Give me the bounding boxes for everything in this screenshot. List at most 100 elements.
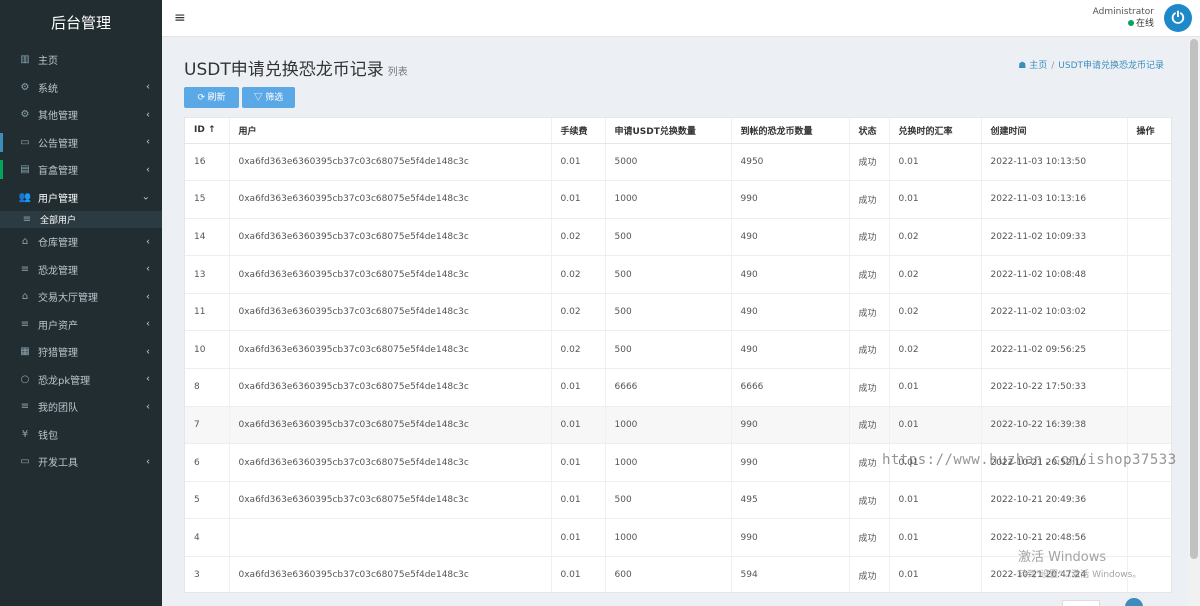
- sidebar-item-label: 其他管理: [38, 111, 78, 123]
- pagination-box[interactable]: [1062, 600, 1100, 606]
- chevron-icon: ‹: [146, 346, 150, 358]
- filter-button[interactable]: ▽ 筛选: [242, 87, 295, 108]
- chevron-icon: ‹: [146, 373, 150, 385]
- table-cell: 0.01: [551, 481, 606, 520]
- table-cell: 成功: [849, 406, 890, 445]
- table-cell: 490: [731, 330, 850, 370]
- sidebar-item[interactable]: ⚙ 其他管理 ‹: [0, 101, 162, 129]
- sidebar-item-label: 开发工具: [38, 458, 78, 470]
- table-cell: 0xa6fd363e6360395cb37c03c68075e5f4de148c…: [229, 368, 552, 407]
- table-row[interactable]: 14 0xa6fd363e6360395cb37c03c68075e5f4de14…: [185, 218, 1171, 257]
- records-table-container: ID ↑ 用户 手续费 申请USDT兑换数量 到帐的恐龙币数量 状态 兑换时的汇率 创建时间操…: [184, 117, 1172, 593]
- menu-icon: ▭: [20, 456, 30, 468]
- column-header: 手续费: [551, 118, 606, 144]
- page-subtitle: 列表: [387, 67, 408, 78]
- table-cell: 成功: [849, 293, 890, 332]
- menu-icon: ¥: [21, 428, 29, 440]
- sidebar-item[interactable]: ▭ 开发工具 ‹: [0, 448, 162, 476]
- table-row[interactable]: 10 0xa6fd363e6360395cb37c03c68075e5f4de14…: [185, 330, 1171, 370]
- sidebar-item[interactable]: ≡ 我的团队 ‹: [0, 393, 162, 421]
- sidebar-item[interactable]: ▭ 公告管理 ‹: [0, 129, 162, 157]
- watermark-text: https://www.huzhan.com/ishop37533: [882, 452, 1177, 468]
- table-row[interactable]: 8 0xa6fd363e6360395cb37c03c68075e5f4de148…: [185, 368, 1171, 407]
- table-cell: 490: [731, 218, 850, 257]
- table-cell: 15: [185, 180, 230, 219]
- table-cell: 6: [185, 443, 230, 482]
- sidebar-item[interactable]: ⌂ 交易大厅管理 ‹: [0, 283, 162, 311]
- column-header: 用户: [229, 118, 552, 144]
- sidebar-item-label: 狩猎管理: [38, 348, 78, 360]
- active-marker: [0, 160, 3, 179]
- sidebar-item[interactable]: 👥 用户管理 ⌄: [0, 184, 162, 212]
- sidebar-item-label: 仓库管理: [38, 238, 78, 250]
- menu-icon: ≡: [22, 214, 32, 225]
- table-cell: 13: [185, 255, 230, 294]
- chevron-icon: ‹: [146, 236, 150, 248]
- refresh-label: 刷新: [207, 92, 226, 102]
- sidebar-item[interactable]: ⌂ 仓库管理 ‹: [0, 228, 162, 256]
- sidebar-item[interactable]: ¥ 钱包: [0, 421, 162, 449]
- table-cell: [229, 518, 552, 558]
- table-cell: 990: [731, 518, 850, 558]
- breadcrumb-home[interactable]: 主页: [1029, 61, 1047, 71]
- table-cell: 0.01: [889, 143, 982, 182]
- table-cell: 0xa6fd363e6360395cb37c03c68075e5f4de148c…: [229, 556, 552, 592]
- sidebar-item[interactable]: ≡ 恐龙管理 ‹: [0, 256, 162, 284]
- table-cell: 10: [185, 330, 230, 370]
- table-cell: 0.01: [551, 556, 606, 592]
- table-cell: 594: [731, 556, 850, 592]
- table-cell: 6666: [605, 368, 732, 407]
- table-row[interactable]: 5 0xa6fd363e6360395cb37c03c68075e5f4de148…: [185, 481, 1171, 520]
- table-cell: 0.01: [551, 180, 606, 219]
- scrollbar-thumb[interactable]: [1190, 39, 1198, 559]
- table-cell: 0.02: [551, 218, 606, 257]
- column-header[interactable]: ID ↑: [185, 118, 230, 144]
- table-row[interactable]: 16 0xa6fd363e6360395cb37c03c68075e5f4de14…: [185, 143, 1171, 182]
- filter-icon: ▽: [253, 92, 266, 102]
- sidebar-item[interactable]: ⚙ 系统 ‹: [0, 74, 162, 102]
- table-cell: 成功: [849, 330, 890, 370]
- chevron-icon: ‹: [146, 136, 150, 148]
- refresh-button[interactable]: ⟳ 刷新: [184, 87, 239, 108]
- sidebar-item[interactable]: ○ 恐龙pk管理 ‹: [0, 366, 162, 394]
- table-cell: 成功: [849, 518, 890, 558]
- menu-toggle-icon[interactable]: ≡: [174, 10, 186, 26]
- sidebar-item[interactable]: ≡ 全部用户: [0, 211, 162, 228]
- table-cell: 0.02: [889, 255, 982, 294]
- table-cell: 0xa6fd363e6360395cb37c03c68075e5f4de148c…: [229, 481, 552, 520]
- sidebar-item[interactable]: ≡ 用户资产 ‹: [0, 311, 162, 339]
- breadcrumb-current[interactable]: USDT申请兑换恐龙币记录: [1058, 61, 1164, 71]
- menu-icon: ▥: [20, 54, 30, 66]
- sidebar-item[interactable]: ▤ 盲盒管理 ‹: [0, 156, 162, 184]
- page-scrollbar[interactable]: [1188, 37, 1200, 606]
- page-title-text: USDT申请兑换恐龙币记录: [184, 60, 384, 80]
- menu-icon: ▦: [20, 346, 30, 358]
- table-row[interactable]: 11 0xa6fd363e6360395cb37c03c68075e5f4de14…: [185, 293, 1171, 332]
- power-icon[interactable]: ⏻: [1164, 4, 1192, 32]
- table-cell: 4950: [731, 143, 850, 182]
- dashboard-icon: ☗: [1018, 61, 1030, 71]
- table-cell: 成功: [849, 180, 890, 219]
- windows-activation-notice: 激活 Windows 转到"设置"以激活 Windows。: [1018, 546, 1141, 580]
- column-header: 创建时间: [981, 118, 1128, 144]
- brand-logo: 后台管理: [0, 0, 162, 46]
- table-cell: 14: [185, 218, 230, 257]
- table-cell: 成功: [849, 368, 890, 407]
- table-row[interactable]: 7 0xa6fd363e6360395cb37c03c68075e5f4de148…: [185, 406, 1171, 445]
- menu-icon: ▤: [20, 164, 30, 176]
- online-dot-icon: [1127, 20, 1134, 26]
- table-row[interactable]: 15 0xa6fd363e6360395cb37c03c68075e5f4de14…: [185, 180, 1171, 219]
- sidebar-item[interactable]: ▦ 狩猎管理 ‹: [0, 338, 162, 366]
- sidebar: 后台管理 ▥ 主页 ⚙ 系统 ‹ ⚙ 其他管理 ‹ ▭ 公告管理 ‹ ▤ 盲盒管理 ‹ 👥 用户管理 ⌄ ≡ 全部…: [0, 0, 162, 606]
- table-cell: 990: [731, 406, 850, 445]
- table-cell: 0xa6fd363e6360395cb37c03c68075e5f4de148c…: [229, 143, 552, 182]
- user-info[interactable]: Administrator 在线: [1093, 6, 1154, 30]
- column-header: 状态: [849, 118, 890, 144]
- sidebar-item[interactable]: ▥ 主页: [0, 46, 162, 74]
- table-cell: 16: [185, 143, 230, 182]
- table-cell: 3: [185, 556, 230, 592]
- table-cell: 500: [605, 330, 732, 370]
- column-header: 操作: [1127, 118, 1171, 144]
- table-row[interactable]: 13 0xa6fd363e6360395cb37c03c68075e5f4de14…: [185, 255, 1171, 294]
- table-cell: 6666: [731, 368, 850, 407]
